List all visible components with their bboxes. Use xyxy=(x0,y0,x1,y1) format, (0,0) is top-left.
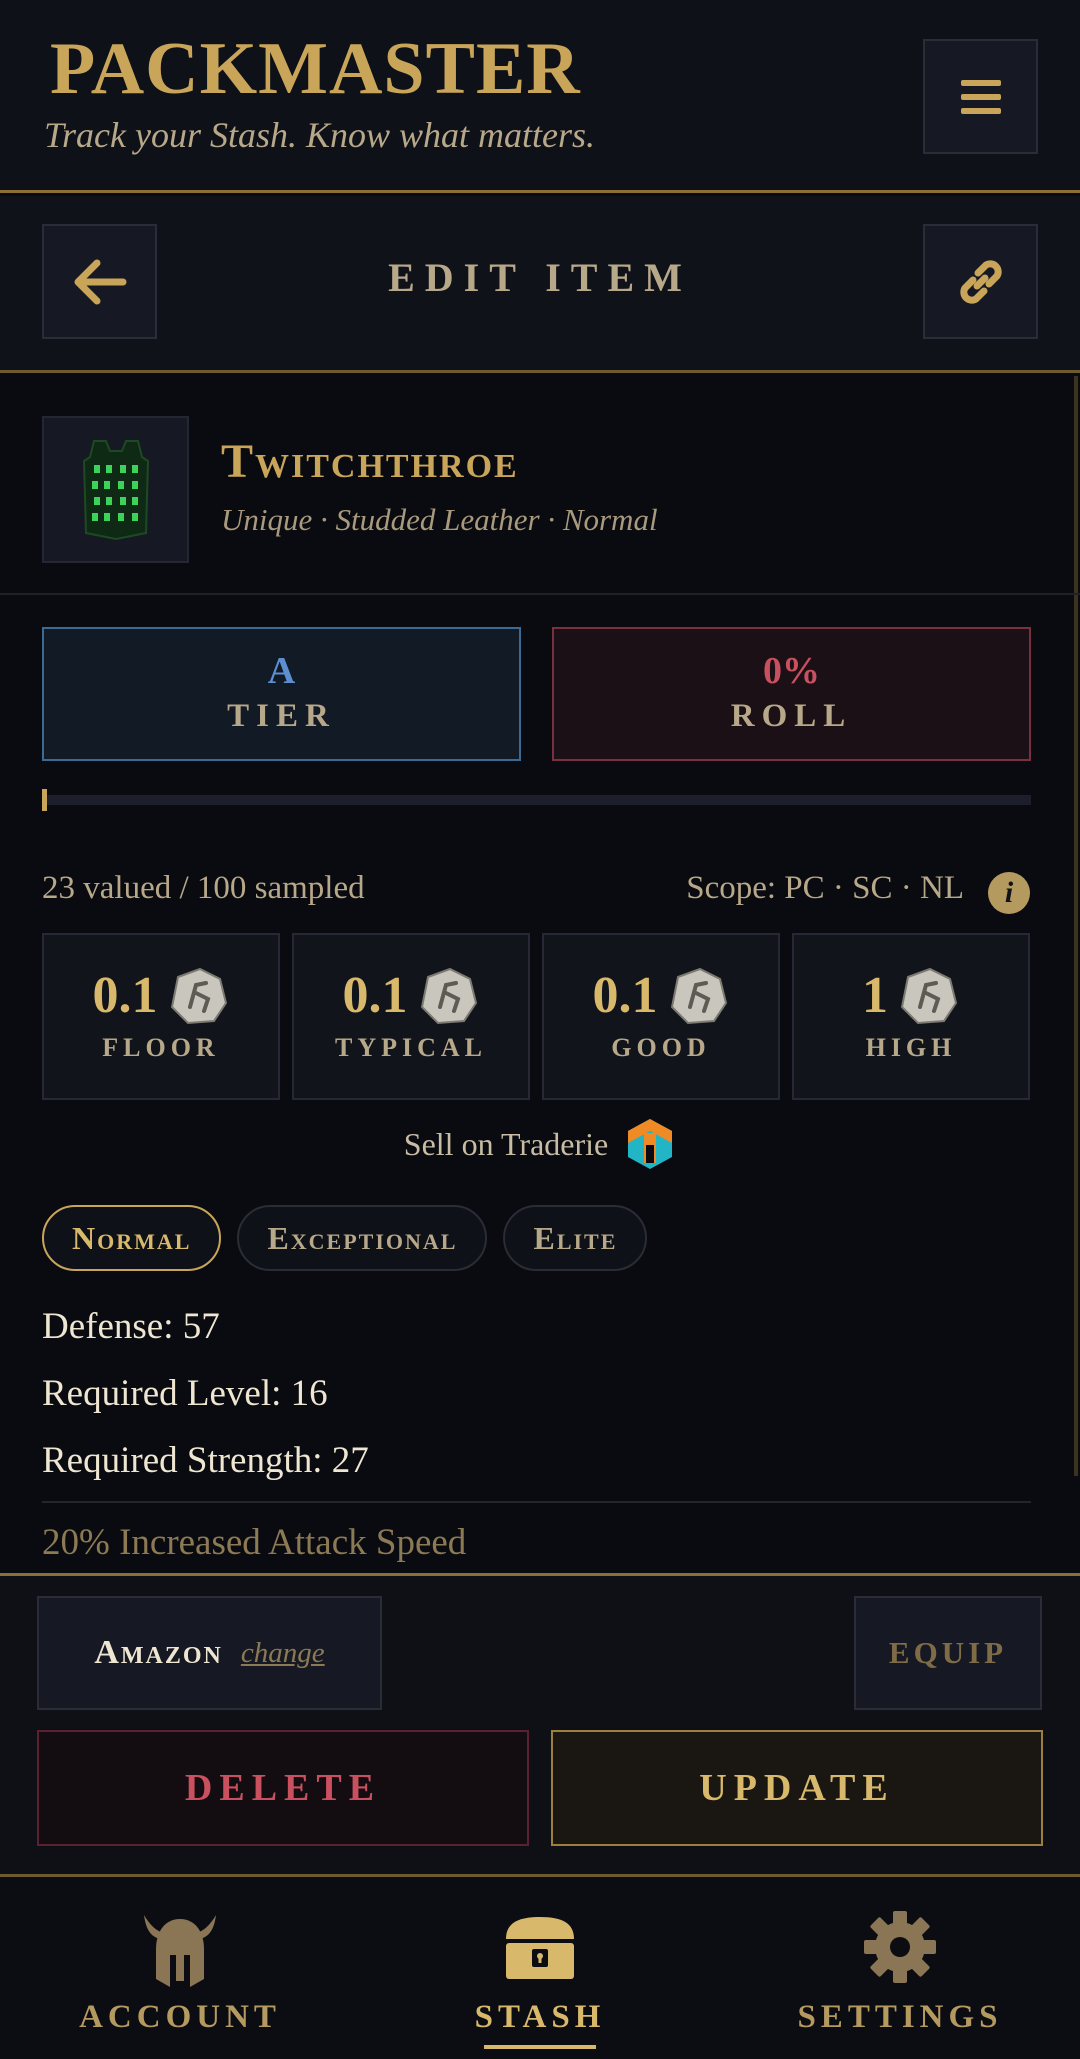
update-button[interactable]: UPDATE xyxy=(551,1730,1043,1846)
item-subtitle: Unique · Studded Leather · Normal xyxy=(221,502,658,537)
nav-stash[interactable]: STASH xyxy=(360,1877,720,2059)
rune-icon xyxy=(170,967,227,1025)
property-defense: Defense: 57 xyxy=(42,1306,220,1347)
item-name: Twitchthroe xyxy=(221,435,519,488)
item-image xyxy=(42,416,189,563)
price-value: 0.1 xyxy=(592,966,658,1024)
chain-link-icon xyxy=(959,259,1002,304)
item-detail-scroll[interactable]: Twitchthroe Unique · Studded Leather · N… xyxy=(0,376,1080,1573)
sell-on-traderie-link[interactable]: Sell on Traderie xyxy=(0,1117,1080,1171)
nav-settings-label: SETTINGS xyxy=(797,1999,1003,2035)
nav-stash-label: STASH xyxy=(474,1999,606,2035)
bottom-navigation: ACCOUNT STASH SETTINGS xyxy=(0,1877,1080,2059)
roll-card: 0% ROLL xyxy=(552,627,1031,761)
divider xyxy=(42,1501,1031,1503)
chest-icon xyxy=(506,1917,574,1979)
tier-card: A TIER xyxy=(42,627,521,761)
price-label: TYPICAL xyxy=(334,1033,487,1062)
price-card-typical: 0.1 TYPICAL xyxy=(292,933,530,1100)
price-card-floor: 0.1 FLOOR xyxy=(42,933,280,1100)
helmet-icon xyxy=(144,1915,216,1987)
action-bar: Amazon change EQUIP DELETE UPDATE xyxy=(0,1573,1080,1877)
price-value: 1 xyxy=(862,966,888,1024)
tier-value: A xyxy=(267,650,296,692)
sample-count: 23 valued / 100 sampled xyxy=(42,870,365,906)
tab-elite[interactable]: Elite xyxy=(503,1205,648,1271)
item-mod: 20% Increased Attack Speed xyxy=(42,1522,467,1563)
price-card-high: 1 HIGH xyxy=(792,933,1030,1100)
info-icon[interactable]: i xyxy=(988,872,1030,914)
price-label: HIGH xyxy=(865,1033,957,1062)
quality-tabs: Normal Exceptional Elite xyxy=(42,1205,648,1271)
price-value: 0.1 xyxy=(92,966,158,1024)
gear-icon xyxy=(864,1911,936,1983)
scope-label: Scope: PC · SC · NL xyxy=(686,870,964,906)
property-required-level: Required Level: 16 xyxy=(42,1373,328,1414)
app-header: PACKMASTER Track your Stash. Know what m… xyxy=(0,0,1080,193)
change-class-link[interactable]: change xyxy=(241,1637,325,1670)
green-armor-icon xyxy=(82,439,149,540)
traderie-logo-icon xyxy=(628,1119,673,1169)
sub-header: EDIT ITEM xyxy=(0,196,1080,373)
price-card-good: 0.1 GOOD xyxy=(542,933,780,1100)
tab-normal[interactable]: Normal xyxy=(42,1205,222,1271)
nav-account[interactable]: ACCOUNT xyxy=(0,1877,360,2059)
menu-button[interactable] xyxy=(923,39,1038,154)
nav-account-label: ACCOUNT xyxy=(79,1999,281,2035)
property-required-strength: Required Strength: 27 xyxy=(42,1440,369,1481)
roll-progress-marker xyxy=(42,789,47,811)
hamburger-menu-icon xyxy=(960,79,1001,114)
tab-exceptional[interactable]: Exceptional xyxy=(237,1205,488,1271)
equip-button[interactable]: EQUIP xyxy=(854,1596,1042,1710)
sell-label: Sell on Traderie xyxy=(403,1125,609,1162)
tier-label: TIER xyxy=(227,698,336,734)
roll-progress-bar xyxy=(42,789,1031,811)
delete-button[interactable]: DELETE xyxy=(37,1730,529,1846)
price-label: FLOOR xyxy=(102,1033,220,1062)
item-properties: Defense: 57 Required Level: 16 Required … xyxy=(42,1293,369,1494)
character-class-name: Amazon xyxy=(94,1634,223,1671)
roll-value: 0% xyxy=(763,650,820,692)
price-value: 0.1 xyxy=(342,966,408,1024)
share-link-button[interactable] xyxy=(923,224,1038,339)
roll-label: ROLL xyxy=(730,698,853,734)
page-title: EDIT ITEM xyxy=(388,255,692,300)
character-class-selector: Amazon change xyxy=(37,1596,382,1710)
price-label: GOOD xyxy=(611,1033,711,1062)
rune-icon xyxy=(670,967,727,1025)
rune-icon xyxy=(420,967,477,1025)
rune-icon xyxy=(900,967,958,1025)
item-summary: Twitchthroe Unique · Studded Leather · N… xyxy=(0,376,1080,595)
nav-settings[interactable]: SETTINGS xyxy=(720,1877,1080,2059)
app-tagline: Track your Stash. Know what matters. xyxy=(44,115,596,155)
app-title: PACKMASTER xyxy=(50,28,581,110)
active-nav-indicator xyxy=(484,2045,596,2049)
